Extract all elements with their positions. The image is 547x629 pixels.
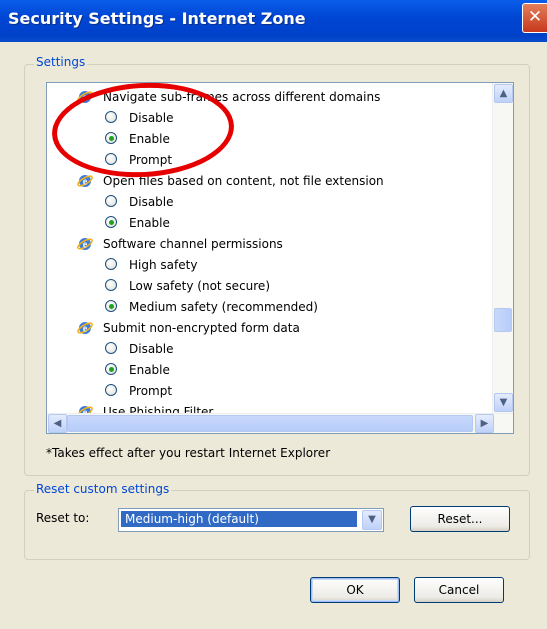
radio-button[interactable] (105, 111, 117, 123)
radio-label: Disable (129, 111, 174, 125)
radio-label: Low safety (not secure) (129, 279, 270, 293)
radio-label: Prompt (129, 153, 173, 167)
radio-label: Medium safety (recommended) (129, 300, 318, 314)
scroll-down-button[interactable]: ▼ (494, 393, 513, 412)
ok-button[interactable]: OK (310, 577, 400, 603)
reset-to-label: Reset to: (36, 511, 90, 525)
svg-text:e: e (83, 177, 88, 188)
svg-text:e: e (83, 324, 88, 335)
radio-label: High safety (129, 258, 198, 272)
radio-label: Prompt (129, 384, 173, 398)
category-label: Navigate sub-frames across different dom… (103, 90, 381, 104)
scroll-up-button[interactable]: ▲ (494, 84, 513, 103)
horizontal-scrollbar[interactable]: ◀ ▶ (47, 413, 513, 433)
category-label: Submit non-encrypted form data (103, 321, 300, 335)
scroll-right-button[interactable]: ▶ (475, 414, 494, 433)
radio-button[interactable] (105, 342, 117, 354)
ie-category-icon: e (77, 320, 93, 336)
svg-text:e: e (83, 93, 88, 104)
radio-button[interactable] (105, 300, 117, 312)
category-label: Software channel permissions (103, 237, 283, 251)
title-bar[interactable]: Security Settings - Internet Zone ✕ (0, 0, 547, 42)
settings-legend: Settings (34, 55, 88, 69)
radio-button[interactable] (105, 153, 117, 165)
close-icon: ✕ (527, 7, 543, 27)
horizontal-scroll-thumb[interactable] (67, 415, 473, 432)
security-settings-dialog: Security Settings - Internet Zone ✕ Sett… (0, 0, 547, 629)
ie-category-icon: e (77, 173, 93, 189)
restart-note: *Takes effect after you restart Internet… (46, 446, 331, 460)
svg-text:e: e (83, 240, 88, 251)
radio-button[interactable] (105, 279, 117, 291)
radio-button[interactable] (105, 384, 117, 396)
window-title: Security Settings - Internet Zone (8, 9, 306, 28)
reset-legend: Reset custom settings (34, 482, 172, 496)
vertical-scrollbar[interactable]: ▲ ▼ (492, 83, 513, 413)
category-label: Use Phishing Filter (103, 405, 214, 413)
cancel-button[interactable]: Cancel (414, 577, 504, 603)
close-button[interactable]: ✕ (522, 3, 547, 33)
reset-level-value: Medium-high (default) (121, 511, 357, 527)
ie-category-icon: e (77, 404, 93, 413)
radio-label: Enable (129, 216, 170, 230)
radio-button[interactable] (105, 195, 117, 207)
reset-level-select[interactable]: Medium-high (default) ▼ (118, 508, 384, 532)
settings-listbox[interactable]: e Navigate sub-frames across different do… (46, 82, 514, 434)
ie-category-icon: e (77, 89, 93, 105)
settings-list: e Navigate sub-frames across different do… (47, 83, 487, 413)
radio-button[interactable] (105, 258, 117, 270)
radio-button[interactable] (105, 216, 117, 228)
scroll-thumb[interactable] (494, 308, 512, 332)
radio-label: Enable (129, 363, 170, 377)
ie-category-icon: e (77, 236, 93, 252)
scroll-left-button[interactable]: ◀ (48, 414, 67, 433)
radio-label: Enable (129, 132, 170, 146)
radio-button[interactable] (105, 132, 117, 144)
chevron-down-icon[interactable]: ▼ (362, 510, 382, 530)
category-label: Open files based on content, not file ex… (103, 174, 384, 188)
radio-label: Disable (129, 195, 174, 209)
radio-button[interactable] (105, 363, 117, 375)
reset-button[interactable]: Reset... (410, 506, 510, 532)
radio-label: Disable (129, 342, 174, 356)
